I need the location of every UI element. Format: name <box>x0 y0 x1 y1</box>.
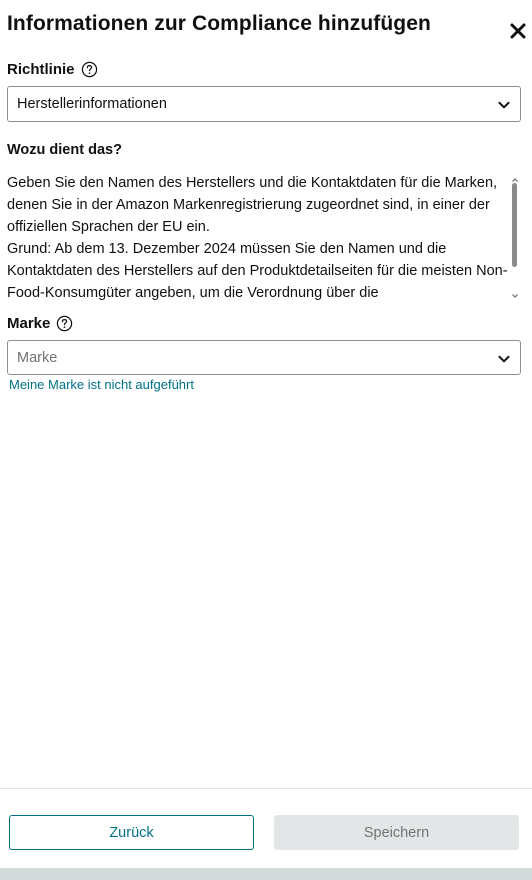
help-icon[interactable] <box>81 61 98 78</box>
policy-label-row: Richtlinie <box>7 61 98 78</box>
back-button[interactable]: Zurück <box>9 815 254 850</box>
scroll-down-icon[interactable] <box>511 292 519 300</box>
description-scroll-area[interactable]: Geben Sie den Namen des Herstellers und … <box>7 172 521 302</box>
scrollbar-thumb[interactable] <box>512 183 517 267</box>
brand-select[interactable]: Marke <box>7 340 521 375</box>
description-paragraph: Geben Sie den Namen des Herstellers und … <box>7 175 498 235</box>
bottom-bar <box>0 868 532 880</box>
modal-header: Informationen zur Compliance hinzufügen <box>0 0 532 52</box>
brand-placeholder: Marke <box>17 349 58 366</box>
close-button[interactable] <box>506 19 530 43</box>
help-icon[interactable] <box>56 315 73 332</box>
description-text: Geben Sie den Namen des Herstellers und … <box>7 172 512 302</box>
chevron-down-icon <box>498 101 510 109</box>
modal-title: Informationen zur Compliance hinzufügen <box>7 12 431 35</box>
description-scrollbar[interactable] <box>511 176 519 300</box>
description-paragraph: Grund: Ab dem 13. Dezember 2024 müssen S… <box>7 241 508 301</box>
close-icon <box>510 23 526 39</box>
brand-not-listed-link[interactable]: Meine Marke ist nicht aufgeführt <box>9 377 194 392</box>
description-heading: Wozu dient das? <box>7 142 122 158</box>
policy-select[interactable]: Herstellerinformationen <box>7 86 521 122</box>
brand-label-row: Marke <box>7 315 73 332</box>
chevron-down-icon <box>498 355 510 363</box>
policy-label: Richtlinie <box>7 61 75 78</box>
save-button[interactable]: Speichern <box>274 815 519 850</box>
footer-divider <box>0 788 532 789</box>
brand-label: Marke <box>7 315 51 332</box>
policy-selected-value: Herstellerinformationen <box>17 96 167 112</box>
